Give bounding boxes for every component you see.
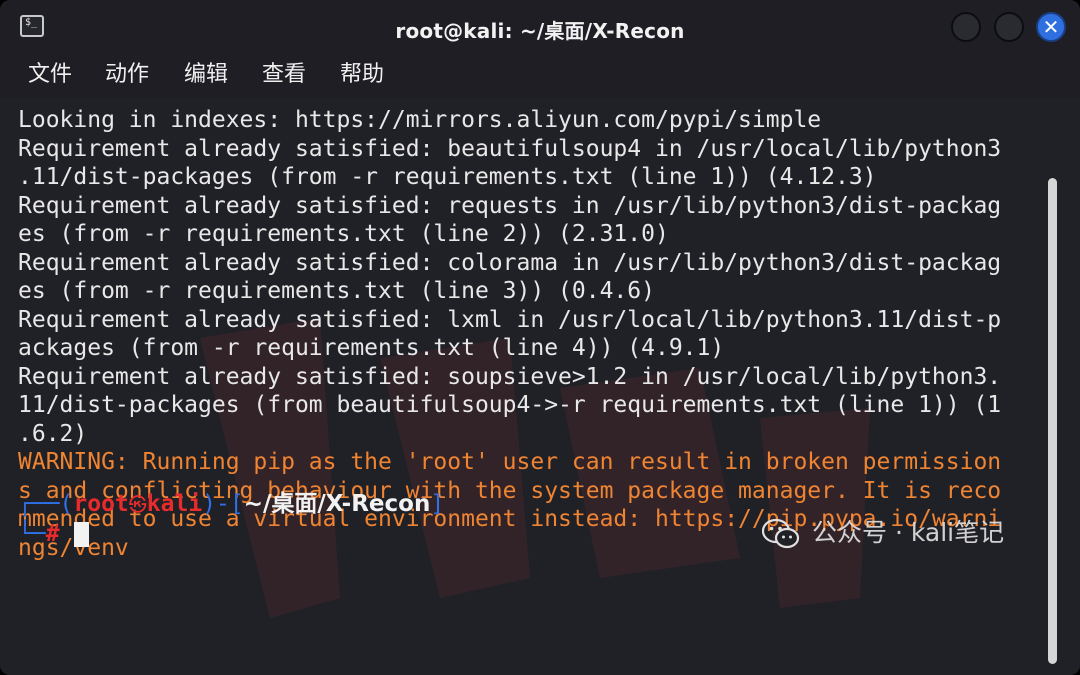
terminal-line: Requirement already satisfied: colorama … [18, 249, 1002, 276]
scrollbar-thumb[interactable] [1048, 178, 1057, 664]
menu-file[interactable]: 文件 [28, 60, 72, 90]
terminal-line: Requirement already satisfied: beautiful… [18, 135, 1002, 162]
terminal-line: .6.2) [18, 420, 88, 447]
terminal-output-area[interactable]: Looking in indexes: https://mirrors.aliy… [0, 98, 1080, 675]
prompt-line-1: ┌──(root㉿kali)-[~/桌面/X-Recon] [18, 490, 444, 520]
prompt-line-2: └─# [18, 520, 60, 548]
close-button[interactable]: ✕ [1036, 12, 1066, 42]
skull-icon: ㉿ [128, 495, 147, 516]
terminal-window: $_ root@kali: ~/桌面/X-Recon ✕ 文件 动作 编辑 查看… [0, 0, 1080, 675]
terminal-line: Requirement already satisfied: lxml in /… [18, 306, 1002, 333]
text-cursor[interactable] [74, 522, 89, 547]
prompt-frame-bottom: └─ [18, 521, 46, 547]
terminal-line: Requirement already satisfied: soupsieve… [18, 363, 1002, 390]
title-bar[interactable]: $_ root@kali: ~/桌面/X-Recon ✕ [0, 0, 1080, 56]
window-title: root@kali: ~/桌面/X-Recon [395, 19, 685, 43]
menu-bar: 文件 动作 编辑 查看 帮助 [0, 56, 1080, 98]
menu-action[interactable]: 动作 [105, 60, 149, 90]
menu-edit[interactable]: 编辑 [184, 60, 228, 90]
terminal-line: es (from -r requirements.txt (line 3)) (… [18, 278, 655, 304]
terminal-line: .11/dist-packages (from -r requirements.… [18, 164, 877, 190]
prompt-symbol: # [45, 521, 60, 547]
terminal-line: es (from -r requirements.txt (line 2)) (… [18, 221, 669, 247]
prompt-directory: ~/桌面/X-Recon [243, 491, 431, 517]
terminal-line: Requirement already satisfied: requests … [18, 192, 1002, 219]
close-icon: ✕ [1042, 15, 1060, 39]
prompt-frame-mid: )-[ [202, 491, 244, 517]
terminal-line: Looking in indexes: https://mirrors.aliy… [18, 107, 822, 133]
minimize-button[interactable] [951, 12, 981, 42]
menu-view[interactable]: 查看 [262, 60, 306, 90]
terminal-line: 11/dist-packages (from beautifulsoup4->-… [18, 392, 1002, 418]
wechat-icon [762, 518, 800, 549]
prompt-frame-open: ┌──( [18, 491, 74, 517]
prompt-frame-close: ] [430, 491, 445, 517]
menu-help[interactable]: 帮助 [340, 60, 384, 90]
prompt-host: kali [146, 491, 203, 517]
terminal-warning-line: WARNING: Running pip as the 'root' user … [18, 449, 1002, 475]
watermark-text: 公众号 · kali笔记 [812, 518, 1005, 547]
maximize-button[interactable] [994, 12, 1024, 42]
prompt-user: root [73, 491, 129, 517]
terminal-line: ackages (from -r requirements.txt (line … [18, 335, 725, 361]
